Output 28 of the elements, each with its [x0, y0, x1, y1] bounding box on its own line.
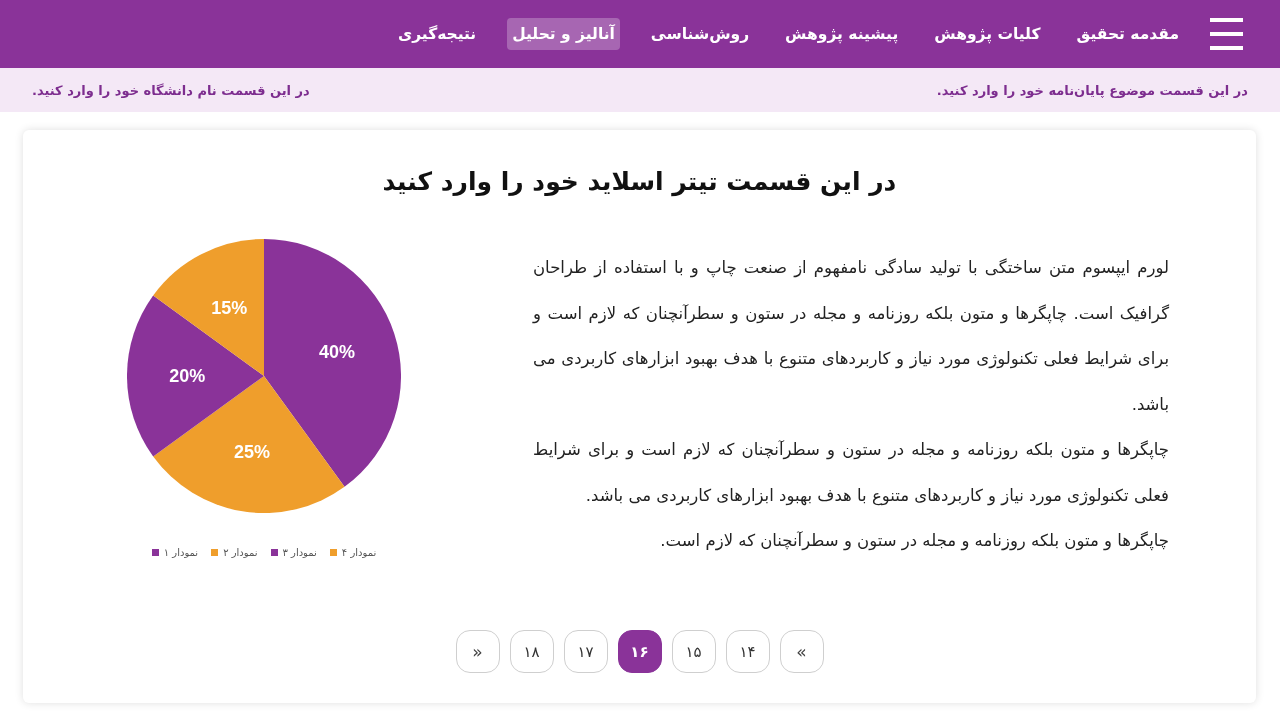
page-button[interactable]: ۱۴ [725, 630, 770, 673]
nav-tab[interactable]: پیشینه پژوهش [780, 18, 904, 50]
page-button[interactable]: ۱۷ [563, 630, 608, 673]
legend-label: نمودار ۲ [223, 547, 258, 558]
nav-tab[interactable]: روش‌شناسی [645, 18, 755, 50]
page-button[interactable]: ۱۸ [509, 630, 554, 673]
slice-value-label: 25% [234, 441, 270, 462]
nav-tab[interactable]: نتیجه‌گیری [392, 18, 482, 50]
body-paragraph: چاپگرها و متون بلکه روزنامه و مجله در ستون و سطرآنچنان که لازم است و برای شرایط فعلی تکنولوژی مورد نیاز و کاربردهای متنوع با هدف بهبود ابزارهای کاربردی می باشد. [533, 439, 1169, 508]
nav-tab[interactable]: کلیات پژوهش [929, 18, 1046, 50]
university-name-text: در این قسمت نام دانشگاه خود را وارد کنید. [32, 82, 310, 98]
page-button[interactable]: ۱۵ [671, 630, 716, 673]
slice-value-label: 15% [211, 297, 248, 318]
legend-label: نمودار ۱ [163, 547, 199, 558]
slide-title: در این قسمت تیتر اسلاید خود را وارد کنید [381, 166, 898, 199]
page-button[interactable]: ۱۶ [617, 630, 662, 673]
thesis-topic-text: در این قسمت موضوع پایان‌نامه خود را وارد کنید. [936, 82, 1248, 98]
legend-label: نمودار ۳ [282, 547, 317, 558]
menu-icon[interactable] [1210, 18, 1243, 50]
slice-value-label: 20% [169, 366, 206, 386]
previous-page-button[interactable]: « [779, 630, 824, 673]
body-paragraph: چاپگرها و متون بلکه روزنامه و مجله در ستون و سطرآنچنان که لازم است. [659, 530, 1169, 553]
nav-tab[interactable]: آنالیز و تحلیل [507, 18, 620, 50]
slice-value-label: 40% [318, 342, 355, 363]
body-paragraph: لورم ایپسوم متن ساختگی با تولید سادگی نامفهوم از صنعت چاپ و با استفاده از طراحان گرافیک است. چاپگرها و متون بلکه روزنامه و مجله در ستون و سطرآنچنان که لازم است و برای شرایط فعلی تکنولوژی مورد نیاز و کاربردهای متنوع با هدف بهبود ابزارهای کاربردی می باشد. [533, 257, 1169, 416]
nav-tab[interactable]: مقدمه تحقیق [1071, 18, 1184, 50]
next-page-button[interactable]: » [455, 630, 500, 673]
legend-label: نمودار ۴ [341, 547, 377, 558]
